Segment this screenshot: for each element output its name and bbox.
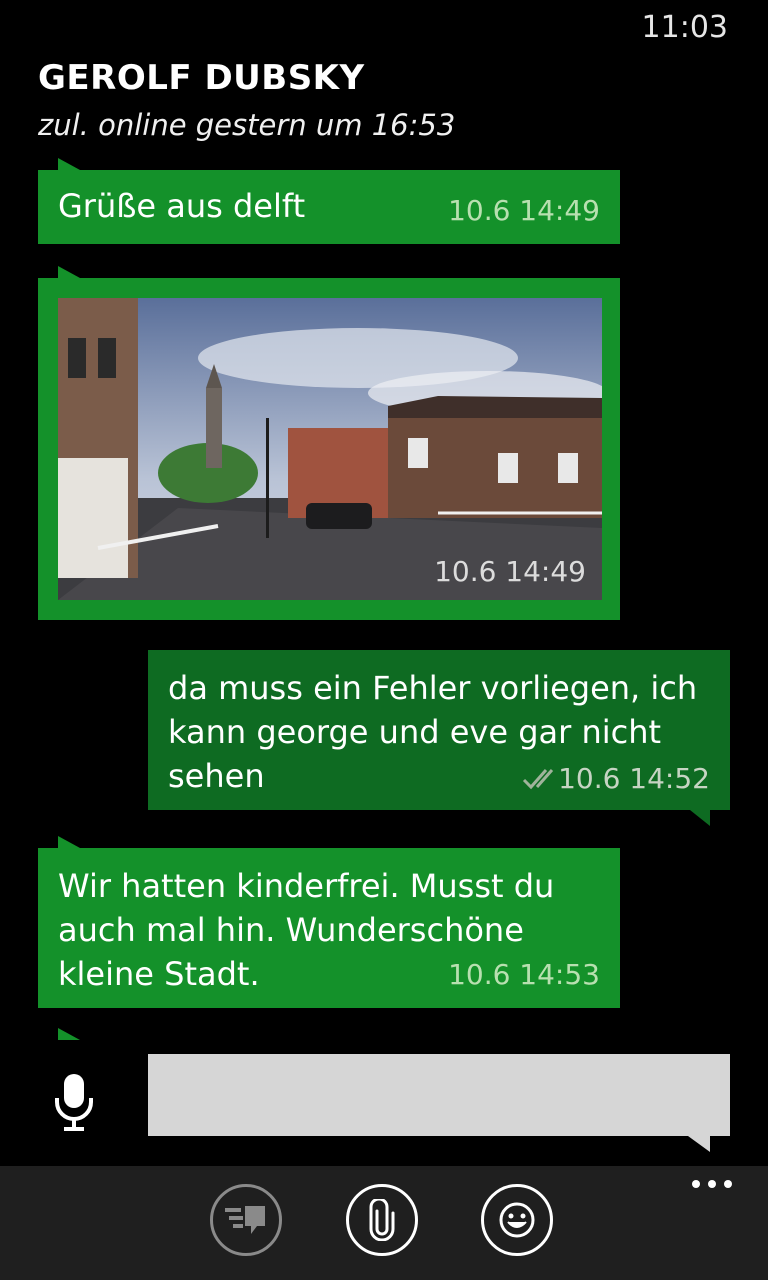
message-time: 10.6 14:52 — [558, 762, 710, 795]
message-input[interactable] — [148, 1054, 730, 1136]
quick-reply-icon[interactable] — [210, 1184, 282, 1256]
bubble-tail — [58, 266, 80, 278]
message-time: 10.6 14:53 — [448, 958, 600, 991]
message-bubble-outgoing[interactable]: da muss ein Fehler vorliegen, ich kann g… — [148, 650, 730, 826]
message-bubble-incoming[interactable]: Wir hatten kinderfrei. Musst du auch mal… — [38, 836, 620, 1008]
message-text: Grüße aus delft — [58, 187, 306, 225]
message-time: 10.6 14:49 — [448, 194, 600, 227]
message-bubble-incoming[interactable]: Grüße aus delft 10.6 14:49 — [38, 158, 620, 244]
dot — [724, 1180, 732, 1188]
bubble-tail — [690, 810, 710, 826]
bubble-tail — [58, 836, 80, 848]
dot — [692, 1180, 700, 1188]
message-line: da muss ein Fehler vorliegen, ich — [168, 669, 698, 707]
next-message-tail — [58, 1028, 80, 1040]
contact-name[interactable]: GEROLF DUBSKY — [38, 58, 365, 98]
ellipsis-icon[interactable] — [692, 1180, 732, 1188]
status-bar-time: 11:03 — [641, 10, 728, 45]
message-line: auch mal hin. Wunderschöne — [58, 911, 524, 949]
message-line: kann george und eve gar nicht — [168, 713, 662, 751]
photo-thumbnail[interactable]: 10.6 14:49 — [58, 298, 602, 600]
dot — [708, 1180, 716, 1188]
message-time: 10.6 14:49 — [434, 555, 586, 588]
emoji-icon[interactable] — [481, 1184, 553, 1256]
microphone-icon[interactable] — [52, 1072, 96, 1132]
double-check-icon — [522, 766, 562, 794]
last-seen-status: zul. online gestern um 16:53 — [38, 108, 456, 142]
message-bubble-image[interactable]: 10.6 14:49 — [38, 266, 620, 620]
message-line: Wir hatten kinderfrei. Musst du — [58, 867, 555, 905]
app-bar — [0, 1166, 768, 1280]
bubble-tail — [58, 158, 80, 170]
attach-icon[interactable] — [346, 1184, 418, 1256]
input-tail — [688, 1136, 710, 1152]
